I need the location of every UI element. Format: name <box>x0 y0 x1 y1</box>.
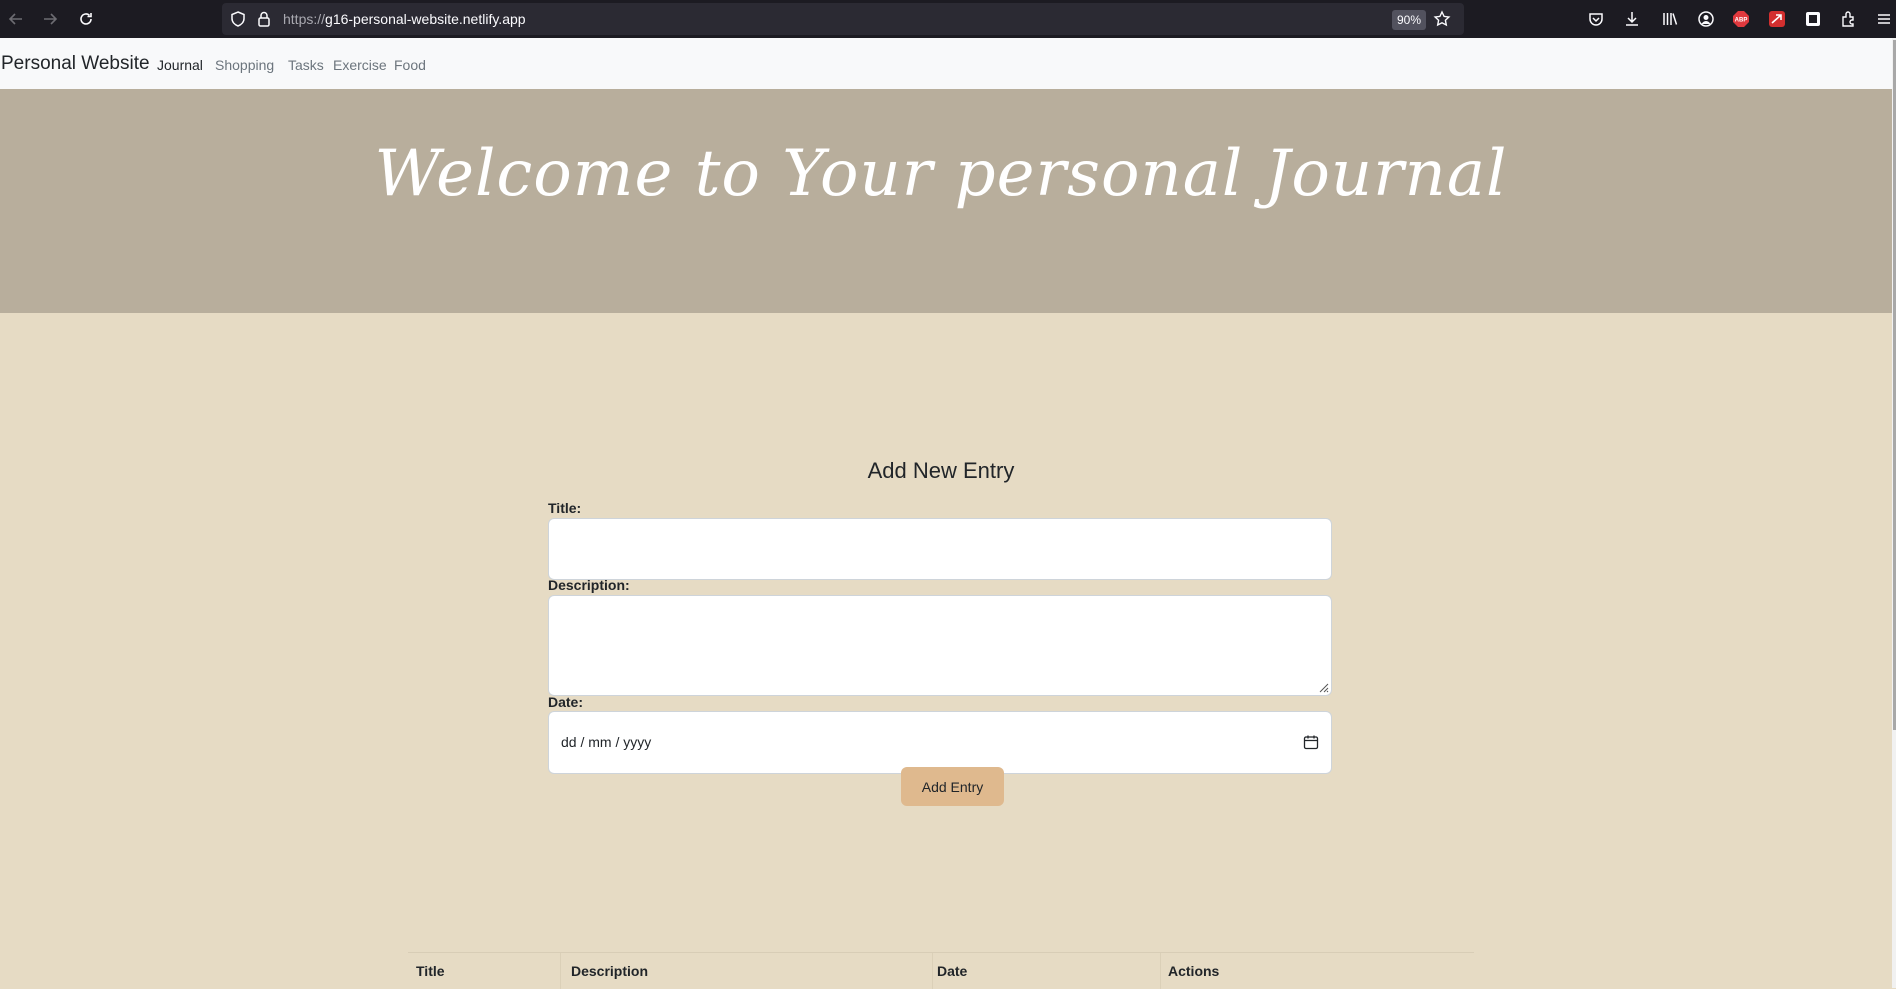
nav-link-exercise[interactable]: Exercise <box>333 57 387 73</box>
shield-icon[interactable] <box>229 10 247 28</box>
calendar-icon[interactable] <box>1303 734 1319 750</box>
extension-dark-icon[interactable] <box>1803 9 1823 29</box>
adblock-icon[interactable]: ABP <box>1731 9 1751 29</box>
nav-link-journal[interactable]: Journal <box>157 57 203 73</box>
description-textarea[interactable] <box>548 595 1332 696</box>
zoom-level[interactable]: 90% <box>1392 10 1426 30</box>
menu-icon[interactable] <box>1874 9 1894 29</box>
lock-icon[interactable] <box>255 10 273 28</box>
pocket-icon[interactable] <box>1586 9 1606 29</box>
date-input[interactable]: dd / mm / yyyy <box>548 711 1332 774</box>
nav-link-shopping[interactable]: Shopping <box>215 57 274 73</box>
star-icon[interactable] <box>1432 9 1452 29</box>
url-scheme: https:// <box>283 11 326 27</box>
title-label: Title: <box>548 500 582 516</box>
brand-link[interactable]: Personal Website <box>1 53 150 75</box>
table-header-title: Title <box>416 963 445 979</box>
hero-banner: Welcome to Your personal Journal <box>0 89 1892 313</box>
adblock-text: ABP <box>1735 18 1748 24</box>
account-icon[interactable] <box>1696 9 1716 29</box>
column-divider <box>560 953 561 989</box>
library-icon[interactable] <box>1660 9 1680 29</box>
site-navbar: Personal Website Journal Shopping Tasks … <box>0 38 1892 90</box>
form-heading: Add New Entry <box>867 458 1015 483</box>
url-bar[interactable]: https://g16-personal-website.netlify.app… <box>222 3 1464 35</box>
table-header-actions: Actions <box>1168 963 1220 979</box>
entries-table-header: Title Description Date Actions <box>408 952 1474 989</box>
hero-title: Welcome to Your personal Journal <box>374 137 1508 211</box>
back-arrow-icon[interactable] <box>4 7 28 31</box>
url-host: g16-personal-website.netlify.app <box>325 11 526 27</box>
date-placeholder: dd / mm / yyyy <box>561 734 652 750</box>
add-entry-button[interactable]: Add Entry <box>901 767 1004 806</box>
column-divider <box>932 953 933 989</box>
url-text[interactable]: https://g16-personal-website.netlify.app <box>283 11 526 27</box>
browser-toolbar: https://g16-personal-website.netlify.app… <box>0 0 1896 38</box>
description-label: Description: <box>548 577 630 593</box>
extensions-icon[interactable] <box>1839 9 1859 29</box>
nav-link-food[interactable]: Food <box>394 57 426 73</box>
extension-red-icon[interactable] <box>1767 9 1787 29</box>
reload-icon[interactable] <box>74 7 98 31</box>
table-header-date: Date <box>937 963 968 979</box>
forward-arrow-icon[interactable] <box>38 7 62 31</box>
resize-handle-icon[interactable] <box>1317 681 1329 693</box>
download-icon[interactable] <box>1622 9 1642 29</box>
date-label: Date: <box>548 694 584 710</box>
table-header-description: Description <box>571 963 649 979</box>
column-divider <box>1160 953 1161 989</box>
nav-link-tasks[interactable]: Tasks <box>288 57 324 73</box>
title-input[interactable] <box>548 518 1332 580</box>
